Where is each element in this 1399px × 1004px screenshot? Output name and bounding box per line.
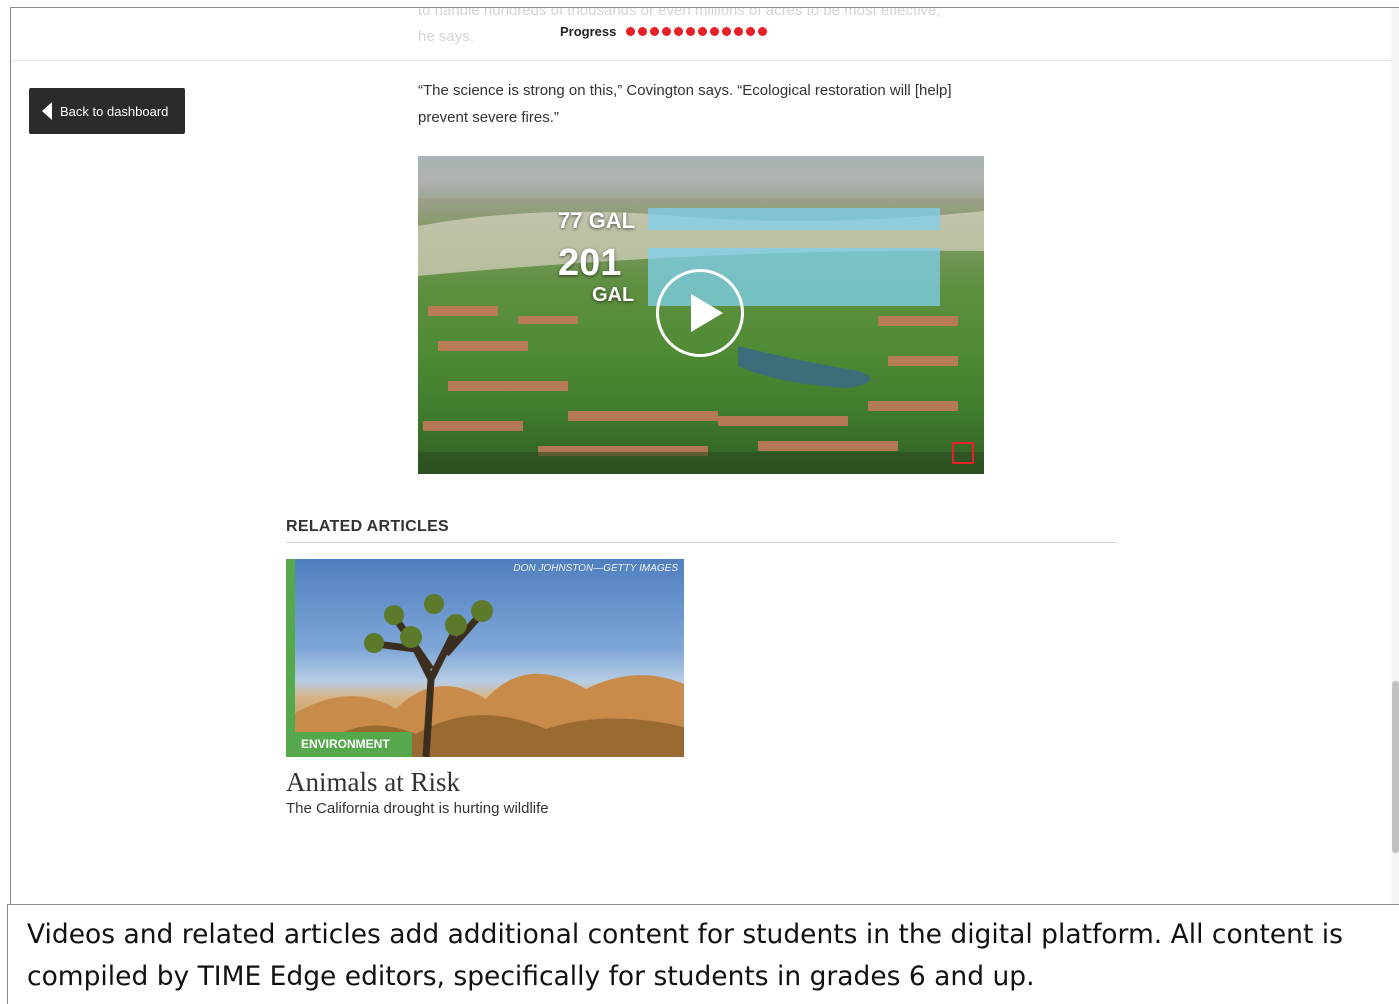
progress-dot [662,27,672,36]
progress-dots [626,27,768,36]
progress-dot [710,27,720,36]
progress-dot [722,27,732,36]
progress-dot [746,27,756,36]
water-label-77: 77 GAL [558,208,636,233]
video-player[interactable]: 77 GAL 201 GAL [418,156,984,474]
related-articles-heading: RELATED ARTICLES [286,518,450,535]
related-article-image[interactable]: DON JOHNSTON—GETTY IMAGES ENVIRONMENT [286,559,684,757]
browser-viewport: to handle hundreds of thousands or even … [10,7,1399,906]
category-tag: ENVIRONMENT [286,732,412,757]
progress-dot [758,27,768,36]
progress-dot [734,27,744,36]
caption-box: Videos and related articles add addition… [7,904,1399,1004]
progress-dot [686,27,696,36]
article-quote: “The science is strong on this,” Covingt… [418,82,952,126]
progress-dot [638,27,648,36]
back-button-label: Back to dashboard [60,103,169,119]
sticky-header: to handle hundreds of thousands or even … [11,8,1391,61]
play-icon[interactable] [656,269,744,357]
caption-line: compiled by TIME Edge editors, specifica… [27,961,1035,992]
progress-dot [698,27,708,36]
caption-line: Videos and related articles add addition… [27,919,1343,950]
progress-dot [674,27,684,36]
joshua-tree-photo [286,594,684,757]
progress-dot [626,27,636,36]
faded-article-text: he says. [418,28,474,45]
faded-article-text: to handle hundreds of thousands or even … [418,7,941,19]
vertical-scrollbar[interactable] [1391,8,1399,906]
related-article-subtitle: The California drought is hurting wildli… [286,800,549,817]
water-label-201: 201 [558,242,622,284]
progress-label: Progress [560,24,617,39]
time-logo-icon [952,442,974,464]
divider [286,542,1116,543]
progress-indicator: Progress [560,24,768,39]
water-label-201-unit: GAL [592,284,635,306]
scrollbar-thumb[interactable] [1392,681,1399,853]
progress-dot [650,27,660,36]
related-article-title[interactable]: Animals at Risk [286,767,460,798]
photo-credit: DON JOHNSTON—GETTY IMAGES [513,563,678,574]
back-arrow-icon [42,102,52,120]
back-to-dashboard-button[interactable]: Back to dashboard [29,88,185,134]
category-stripe [286,559,295,757]
